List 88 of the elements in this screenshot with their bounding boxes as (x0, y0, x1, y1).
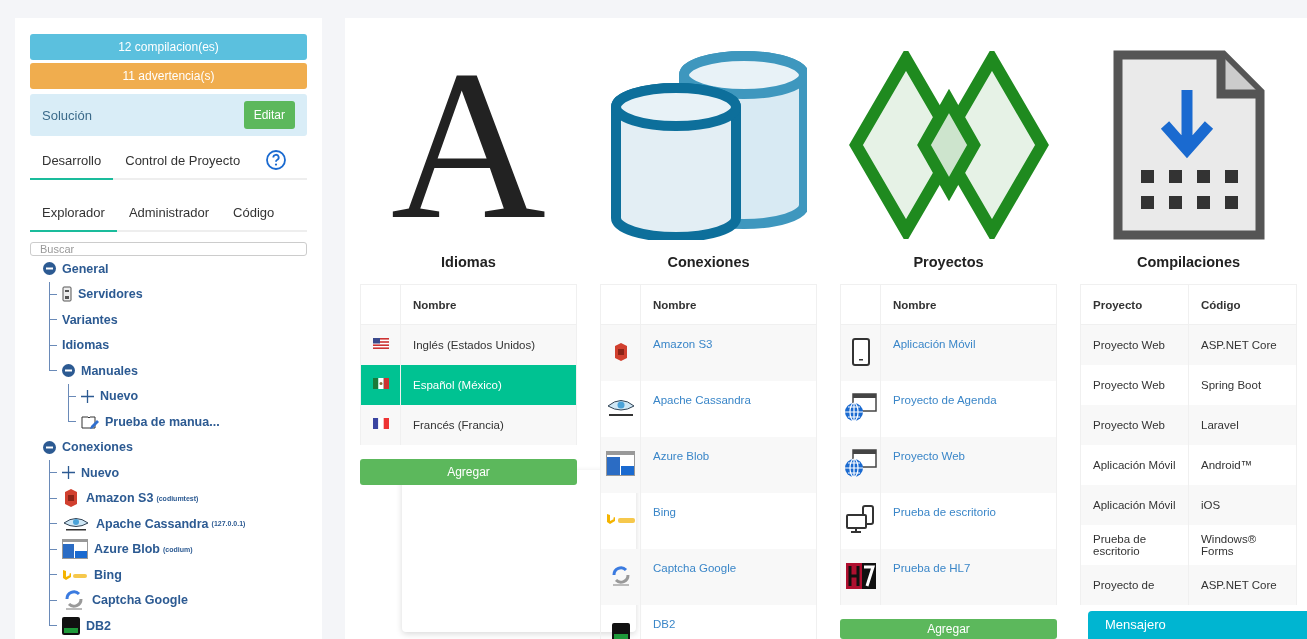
table-cell: Proyecto Web (1093, 418, 1165, 431)
item-link[interactable]: Prueba de escritorio (893, 505, 996, 518)
tree-item[interactable]: Idiomas (62, 338, 110, 353)
globe-window-icon (844, 392, 877, 423)
flag-icon (372, 338, 389, 350)
plus-icon (62, 466, 75, 480)
blob-window-icon (606, 451, 635, 476)
tree-item[interactable]: Captcha Google (92, 593, 188, 608)
tree-item[interactable]: Bing (94, 567, 122, 582)
item-link[interactable]: Captcha Google (653, 561, 737, 574)
table-cell: Android™ (1201, 458, 1253, 471)
table-cell: Aplicación Móvil (1093, 458, 1176, 471)
tab[interactable]: Código (221, 194, 287, 232)
document-download-icon (1112, 50, 1265, 240)
tree-item[interactable]: Prueba de manua... (105, 414, 220, 429)
diamonds-icon (847, 51, 1050, 239)
item-link[interactable]: Proyecto Web (893, 449, 965, 462)
table-cell: iOS (1201, 498, 1221, 511)
tree-item[interactable]: DB2 (86, 618, 111, 633)
table-cell: ASP.NET Core (1201, 338, 1277, 351)
item-link[interactable]: Apache Cassandra (653, 393, 751, 406)
eye-logo-icon (605, 397, 636, 418)
status-badge: 12 compilacion(es) (30, 34, 307, 60)
column-header: Nombre (653, 298, 697, 311)
item-link[interactable]: Azure Blob (653, 449, 710, 462)
table-cell: Proyecto Web (1093, 338, 1165, 351)
solution-label: Solución (42, 107, 92, 123)
status-badge: 11 advertencia(s) (30, 63, 307, 89)
flag-icon (372, 418, 389, 429)
table-cell: ASP.NET Core (1201, 578, 1277, 591)
tab[interactable]: Explorador (30, 194, 117, 232)
desktop-computer-icon (845, 504, 876, 535)
section-title: Compilaciones (1135, 253, 1242, 271)
table-cell: Windows® Forms (1201, 532, 1257, 557)
section-title: Conexiones (666, 253, 751, 271)
collapse-icon[interactable] (43, 262, 56, 276)
tree-item[interactable]: Azure Blob (94, 542, 160, 557)
tree-item[interactable]: Manuales (81, 363, 138, 378)
book-pencil-icon (81, 413, 99, 430)
item-link[interactable]: Aplicación Móvil (893, 338, 976, 350)
tree-item[interactable]: Conexiones (62, 440, 133, 455)
database-cylinders-icon (610, 50, 807, 240)
item-link[interactable]: Prueba de HL7 (893, 561, 971, 574)
column-header: Nombre (413, 298, 457, 311)
phone-icon (851, 337, 870, 366)
blob-window-icon (62, 539, 88, 560)
section-title: Proyectos (912, 253, 985, 271)
letter-icon: A (390, 60, 547, 230)
column-header: Proyecto (1093, 298, 1143, 311)
item-link[interactable]: Amazon S3 (653, 338, 713, 350)
tree-item[interactable]: Amazon S3 (86, 491, 154, 506)
language-row[interactable]: Inglés (Estados Unidos) (360, 324, 577, 365)
tab[interactable]: Control de Proyecto (113, 142, 253, 180)
tree-item[interactable]: Apache Cassandra (96, 516, 209, 531)
tree-item[interactable]: Nuevo (100, 389, 139, 404)
item-link[interactable]: DB2 (653, 617, 676, 630)
eye-logo-icon (62, 515, 90, 532)
tree-item[interactable]: Variantes (62, 312, 118, 327)
bing-logo-icon (605, 513, 636, 526)
column-header: Nombre (893, 298, 937, 311)
collapse-icon[interactable] (62, 364, 75, 378)
section-title: Idiomas (440, 253, 497, 271)
hl7-logo-icon (845, 562, 876, 589)
table-cell: Laravel (1201, 418, 1239, 431)
bucket-icon (62, 488, 80, 509)
tree-item[interactable]: General (62, 261, 109, 276)
item-link[interactable]: Proyecto de Agenda (893, 393, 997, 406)
tab[interactable]: Desarrollo (30, 142, 114, 180)
collapse-icon[interactable] (43, 440, 56, 454)
server-icon (62, 286, 72, 303)
help-icon[interactable] (266, 150, 287, 170)
db2-logo-icon (62, 616, 80, 635)
table-cell: Prueba de escritorio (1093, 532, 1147, 557)
table-cell: Aplicación Móvil (1093, 498, 1176, 511)
table-cell: Proyecto Web (1093, 378, 1165, 391)
bing-logo-icon (62, 568, 88, 581)
table-cell: Spring Boot (1201, 378, 1262, 391)
flag-icon (372, 378, 389, 389)
tree-item[interactable]: Nuevo (81, 465, 120, 480)
plus-icon (81, 389, 94, 403)
globe-window-icon (844, 448, 877, 479)
tab[interactable]: Administrador (116, 194, 222, 232)
item-link[interactable]: Bing (653, 505, 677, 518)
column-header: Código (1201, 298, 1241, 311)
language-row[interactable]: Francés (Francia) (360, 404, 577, 445)
tree-item[interactable]: Servidores (78, 287, 143, 302)
table-cell: Proyecto de (1093, 578, 1155, 591)
search-field[interactable]: Buscar (30, 242, 307, 256)
